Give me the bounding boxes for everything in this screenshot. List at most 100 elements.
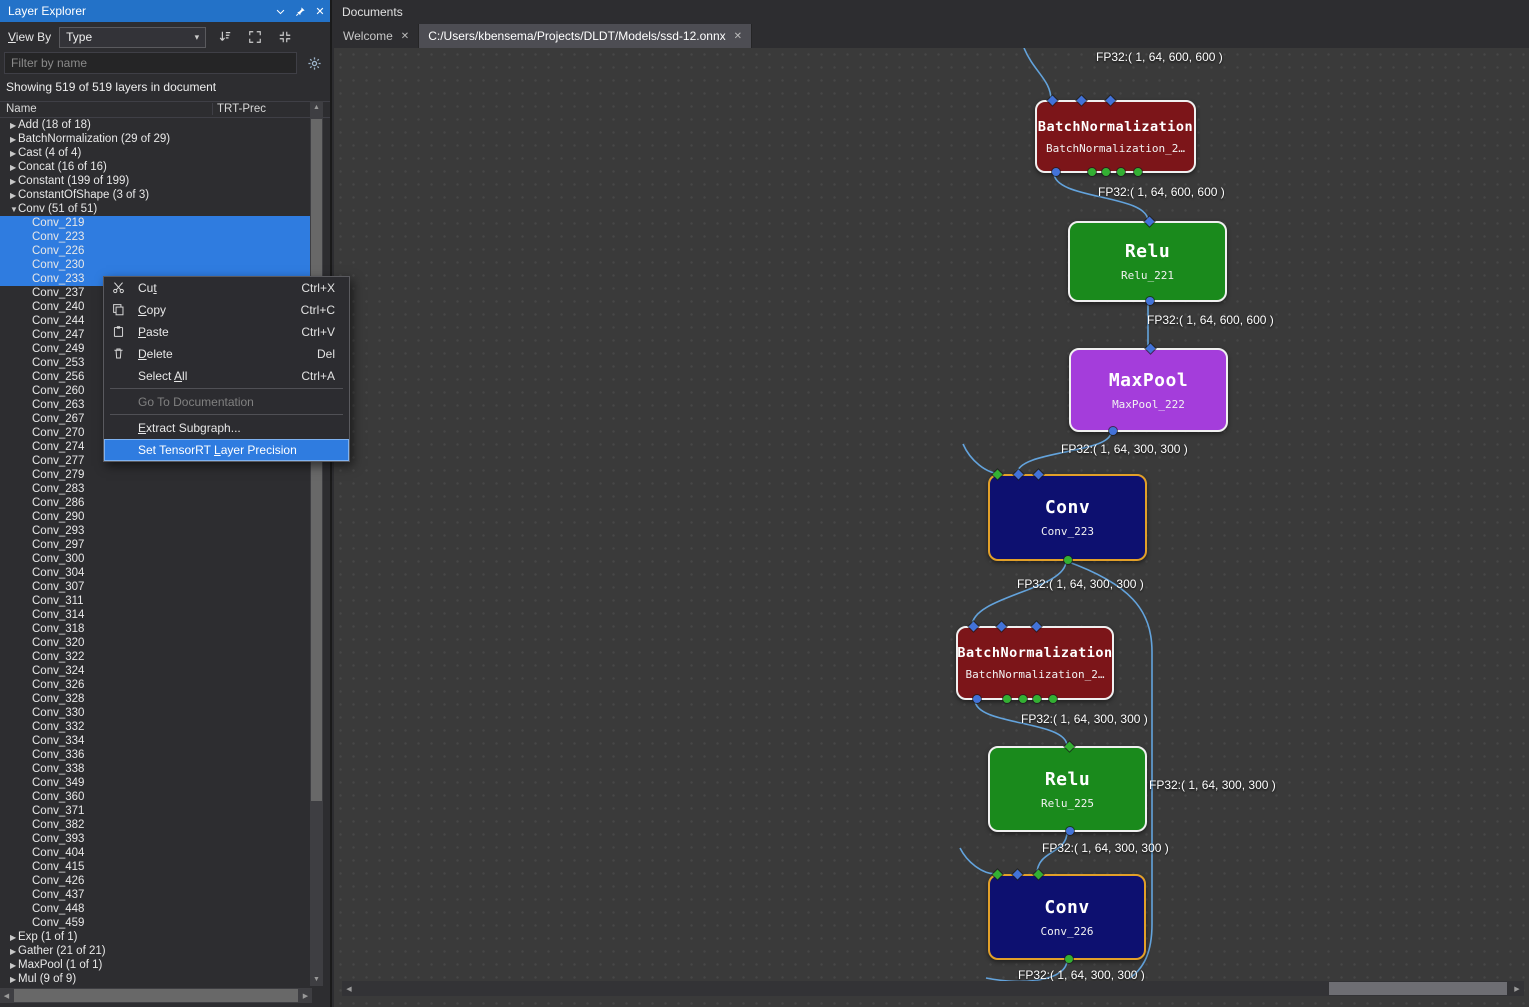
output-port[interactable] <box>1065 955 1073 963</box>
tree-item-conv_326[interactable]: Conv_326 <box>0 678 312 692</box>
sort-button[interactable] <box>214 27 236 47</box>
tree-item-conv_336[interactable]: Conv_336 <box>0 748 312 762</box>
tree-item-conv_324[interactable]: Conv_324 <box>0 664 312 678</box>
tree-item-conv_219[interactable]: Conv_219 <box>0 216 312 230</box>
tree-item-conv_404[interactable]: Conv_404 <box>0 846 312 860</box>
chevron-down-icon[interactable] <box>270 3 290 19</box>
tree-item-conv_223[interactable]: Conv_223 <box>0 230 312 244</box>
tree-group-constant[interactable]: ▶Constant (199 of 199) <box>0 174 312 188</box>
graph-node-conv_226[interactable]: ConvConv_226 <box>988 874 1146 960</box>
scroll-left-arrow[interactable]: ◀ <box>342 981 356 996</box>
tree-item-conv_338[interactable]: Conv_338 <box>0 762 312 776</box>
tree-group-concat[interactable]: ▶Concat (16 of 16) <box>0 160 312 174</box>
scroll-right-arrow[interactable]: ▶ <box>299 988 312 1003</box>
graph-edge[interactable] <box>960 848 996 874</box>
tree-item-conv_415[interactable]: Conv_415 <box>0 860 312 874</box>
tree-item-conv_332[interactable]: Conv_332 <box>0 720 312 734</box>
output-port[interactable] <box>1066 827 1074 835</box>
graph-node-batchnormalization_2[interactable]: BatchNormalizationBatchNormalization_2… <box>1035 100 1196 173</box>
chevron-collapsed-icon[interactable]: ▶ <box>0 930 16 944</box>
chevron-collapsed-icon[interactable]: ▶ <box>0 944 16 958</box>
tab-close-icon[interactable]: ✕ <box>401 31 409 42</box>
tree-item-conv_300[interactable]: Conv_300 <box>0 552 312 566</box>
output-port[interactable] <box>1102 168 1110 176</box>
output-port[interactable] <box>1019 695 1027 703</box>
collapse-all-button[interactable] <box>274 27 296 47</box>
tree-item-conv_328[interactable]: Conv_328 <box>0 692 312 706</box>
column-header-name[interactable]: Name <box>6 103 37 115</box>
tree-group-constantofshape[interactable]: ▶ConstantOfShape (3 of 3) <box>0 188 312 202</box>
tree-item-conv_371[interactable]: Conv_371 <box>0 804 312 818</box>
graph-edge[interactable] <box>972 561 1066 626</box>
tree-item-conv_360[interactable]: Conv_360 <box>0 790 312 804</box>
tree-item-conv_437[interactable]: Conv_437 <box>0 888 312 902</box>
output-port[interactable] <box>1049 695 1057 703</box>
tree-item-conv_304[interactable]: Conv_304 <box>0 566 312 580</box>
expand-all-button[interactable] <box>244 27 266 47</box>
tree-vertical-scrollbar[interactable]: ▲ ▼ <box>310 101 323 986</box>
chevron-collapsed-icon[interactable]: ▶ <box>0 146 16 160</box>
tree-group-batchnormalization[interactable]: ▶BatchNormalization (29 of 29) <box>0 132 312 146</box>
tree-item-conv_230[interactable]: Conv_230 <box>0 258 312 272</box>
output-port[interactable] <box>1146 297 1154 305</box>
graph-edge[interactable] <box>1024 48 1051 100</box>
menu-item-set-tensorrt-layer-precision[interactable]: Set TensorRT Layer Precision <box>104 439 349 461</box>
tree-item-conv_382[interactable]: Conv_382 <box>0 818 312 832</box>
tree-item-conv_297[interactable]: Conv_297 <box>0 538 312 552</box>
tree-item-conv_330[interactable]: Conv_330 <box>0 706 312 720</box>
scroll-right-arrow[interactable]: ▶ <box>1510 981 1524 996</box>
tree-item-conv_279[interactable]: Conv_279 <box>0 468 312 482</box>
tree-hscroll-thumb[interactable] <box>14 989 298 1002</box>
menu-item-delete[interactable]: DeleteDel <box>104 343 349 365</box>
output-port[interactable] <box>1052 168 1060 176</box>
tree-item-conv_283[interactable]: Conv_283 <box>0 482 312 496</box>
document-tab-model[interactable]: C:/Users/kbensema/Projects/DLDT/Models/s… <box>419 24 752 48</box>
graph-node-batchnormalization_2[interactable]: BatchNormalizationBatchNormalization_2… <box>956 626 1114 700</box>
canvas-hscroll-thumb[interactable] <box>1329 982 1507 995</box>
graph-node-relu_221[interactable]: ReluRelu_221 <box>1068 221 1227 302</box>
close-icon[interactable]: ✕ <box>310 3 330 19</box>
menu-item-cut[interactable]: CutCtrl+X <box>104 277 349 299</box>
output-port[interactable] <box>1064 556 1072 564</box>
pin-icon[interactable] <box>290 3 310 19</box>
output-port[interactable] <box>1088 168 1096 176</box>
output-port[interactable] <box>1033 695 1041 703</box>
menu-item-copy[interactable]: CopyCtrl+C <box>104 299 349 321</box>
scroll-down-arrow[interactable]: ▼ <box>310 973 323 986</box>
output-port[interactable] <box>1003 695 1011 703</box>
output-port[interactable] <box>1134 168 1142 176</box>
graph-node-conv_223[interactable]: ConvConv_223 <box>988 474 1147 561</box>
tree-group-cast[interactable]: ▶Cast (4 of 4) <box>0 146 312 160</box>
tree-item-conv_349[interactable]: Conv_349 <box>0 776 312 790</box>
filter-settings-button[interactable] <box>302 52 326 74</box>
tree-item-conv_293[interactable]: Conv_293 <box>0 524 312 538</box>
scroll-up-arrow[interactable]: ▲ <box>310 101 323 114</box>
tree-group-mul[interactable]: ▶Mul (9 of 9) <box>0 972 312 986</box>
tree-item-conv_286[interactable]: Conv_286 <box>0 496 312 510</box>
tree-group-add[interactable]: ▶Add (18 of 18) <box>0 118 312 132</box>
view-by-dropdown[interactable]: Type ▾ <box>59 27 206 48</box>
tree-group-gather[interactable]: ▶Gather (21 of 21) <box>0 944 312 958</box>
output-port[interactable] <box>973 695 981 703</box>
chevron-collapsed-icon[interactable]: ▶ <box>0 958 16 972</box>
tree-item-conv_334[interactable]: Conv_334 <box>0 734 312 748</box>
tree-item-conv_226[interactable]: Conv_226 <box>0 244 312 258</box>
column-header-trt-prec[interactable]: TRT-Prec <box>212 103 266 115</box>
graph-node-maxpool_222[interactable]: MaxPoolMaxPool_222 <box>1069 348 1228 432</box>
output-port[interactable] <box>1109 427 1117 435</box>
tab-close-icon[interactable]: ✕ <box>734 31 742 42</box>
canvas-horizontal-scrollbar[interactable]: ◀ ▶ <box>342 981 1524 996</box>
menu-item-extract-subgraph[interactable]: Extract Subgraph... <box>104 417 349 439</box>
tree-item-conv_314[interactable]: Conv_314 <box>0 608 312 622</box>
tree-item-conv_318[interactable]: Conv_318 <box>0 622 312 636</box>
graph-canvas[interactable]: ◀ ▶ BatchNormalizationBatchNormalization… <box>334 48 1529 1007</box>
layer-explorer-titlebar[interactable]: Layer Explorer ✕ <box>0 0 330 22</box>
menu-item-paste[interactable]: PasteCtrl+V <box>104 321 349 343</box>
tree-item-conv_290[interactable]: Conv_290 <box>0 510 312 524</box>
tree-item-conv_393[interactable]: Conv_393 <box>0 832 312 846</box>
chevron-collapsed-icon[interactable]: ▶ <box>0 160 16 174</box>
tree-item-conv_322[interactable]: Conv_322 <box>0 650 312 664</box>
tree-group-conv[interactable]: ▼Conv (51 of 51) <box>0 202 312 216</box>
tree-horizontal-scrollbar[interactable]: ◀ ▶ <box>0 988 312 1003</box>
menu-item-select-all[interactable]: Select AllCtrl+A <box>104 365 349 387</box>
